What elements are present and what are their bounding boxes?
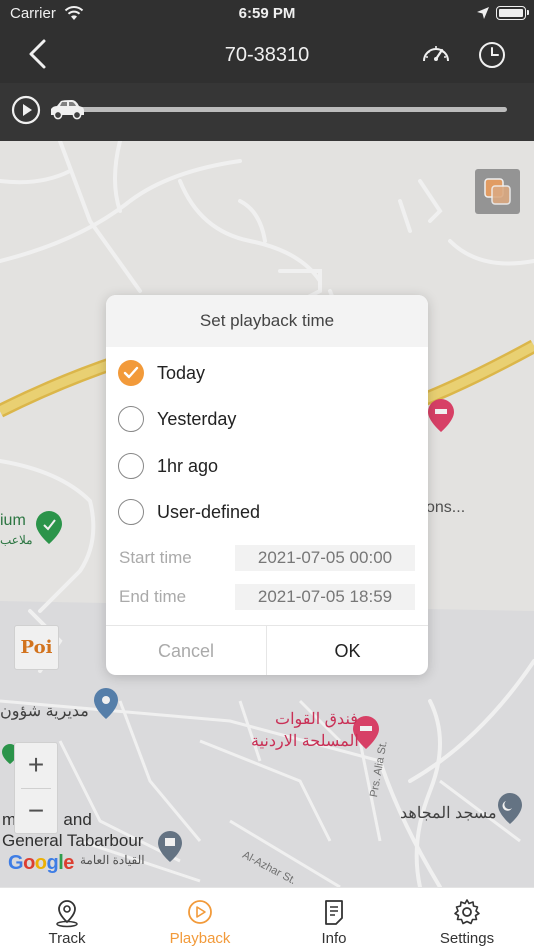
map-label-truncated: ons... bbox=[426, 499, 466, 516]
tab-bar: Track Playback Info Settings bbox=[0, 887, 534, 950]
zoom-control: + − bbox=[14, 742, 58, 834]
speedometer-icon[interactable] bbox=[420, 39, 452, 71]
radio-checked-icon[interactable] bbox=[118, 360, 144, 386]
radio-unchecked-icon[interactable] bbox=[118, 453, 144, 479]
clock-time: 6:59 PM bbox=[238, 5, 296, 22]
tab-label: Info bbox=[321, 930, 347, 947]
end-time-row: End time 2021-07-05 18:59 bbox=[106, 584, 428, 610]
gear-icon bbox=[454, 899, 480, 925]
map-label-ium-sub: ملاعب bbox=[0, 533, 33, 547]
clock-history-icon[interactable] bbox=[476, 39, 508, 71]
map-label-command3: القيادة العامة bbox=[80, 853, 145, 867]
map-label-directorate: مديرية شؤون bbox=[0, 703, 89, 720]
layers-icon bbox=[484, 178, 511, 205]
document-icon bbox=[325, 900, 343, 925]
car-marker-icon[interactable] bbox=[48, 97, 86, 123]
cancel-button[interactable]: Cancel bbox=[106, 626, 267, 675]
map-label-command2: General Tabarbour bbox=[2, 831, 144, 850]
page-title: 70-38310 bbox=[224, 44, 310, 66]
map-label-mosque: مسجد المجاهد bbox=[400, 805, 497, 822]
option-label: Yesterday bbox=[157, 409, 237, 429]
map-label-hotel-line2: المسلحة الاردنية bbox=[251, 733, 359, 750]
battery-icon bbox=[496, 6, 529, 20]
playback-slider[interactable] bbox=[70, 107, 507, 112]
ok-button[interactable]: OK bbox=[267, 626, 428, 675]
tab-label: Track bbox=[48, 930, 86, 947]
start-time-field[interactable]: 2021-07-05 00:00 bbox=[235, 545, 415, 571]
poi-button[interactable]: Poi bbox=[14, 625, 59, 670]
tab-playback[interactable]: Playback bbox=[133, 888, 267, 950]
end-time-field[interactable]: 2021-07-05 18:59 bbox=[235, 584, 415, 610]
google-logo: Google bbox=[8, 852, 74, 874]
option-user-defined[interactable]: User-defined bbox=[118, 497, 418, 527]
dialog-footer: Cancel OK bbox=[106, 625, 428, 675]
radio-unchecked-icon[interactable] bbox=[118, 406, 144, 432]
option-yesterday[interactable]: Yesterday bbox=[118, 404, 418, 434]
option-label: 1hr ago bbox=[157, 456, 219, 476]
zoom-in-button[interactable]: + bbox=[15, 743, 57, 788]
map-label-hotel-line1: فندق القوات bbox=[275, 711, 358, 728]
option-today[interactable]: Today bbox=[118, 358, 418, 388]
option-label: User-defined bbox=[157, 502, 261, 522]
option-label: Today bbox=[157, 363, 206, 383]
tab-label: Playback bbox=[169, 930, 231, 947]
location-arrow-icon bbox=[477, 7, 489, 19]
start-time-label: Start time bbox=[119, 548, 192, 567]
playback-time-dialog: Set playback time Today Yesterday 1hr ag… bbox=[106, 295, 428, 675]
tab-track[interactable]: Track bbox=[0, 888, 134, 950]
tab-settings[interactable]: Settings bbox=[400, 888, 534, 950]
play-button-icon[interactable] bbox=[10, 94, 42, 126]
status-bar: Carrier 6:59 PM bbox=[0, 0, 534, 28]
tab-label: Settings bbox=[439, 930, 495, 947]
end-time-label: End time bbox=[119, 587, 187, 606]
hotel-pin-icon bbox=[428, 399, 454, 432]
map-layers-button[interactable] bbox=[475, 169, 520, 214]
dialog-title: Set playback time bbox=[106, 295, 428, 347]
map-label-ium: ium bbox=[0, 512, 26, 529]
start-time-row: Start time 2021-07-05 00:00 bbox=[106, 545, 428, 571]
map-pin-icon bbox=[56, 900, 78, 928]
playback-bar bbox=[0, 83, 534, 141]
zoom-out-button[interactable]: − bbox=[15, 789, 57, 834]
top-bar: Carrier 6:59 PM 70-38310 bbox=[0, 0, 534, 83]
option-1hr-ago[interactable]: 1hr ago bbox=[118, 451, 418, 481]
radio-unchecked-icon[interactable] bbox=[118, 499, 144, 525]
play-circle-icon bbox=[188, 900, 212, 924]
tab-info[interactable]: Info bbox=[267, 888, 401, 950]
